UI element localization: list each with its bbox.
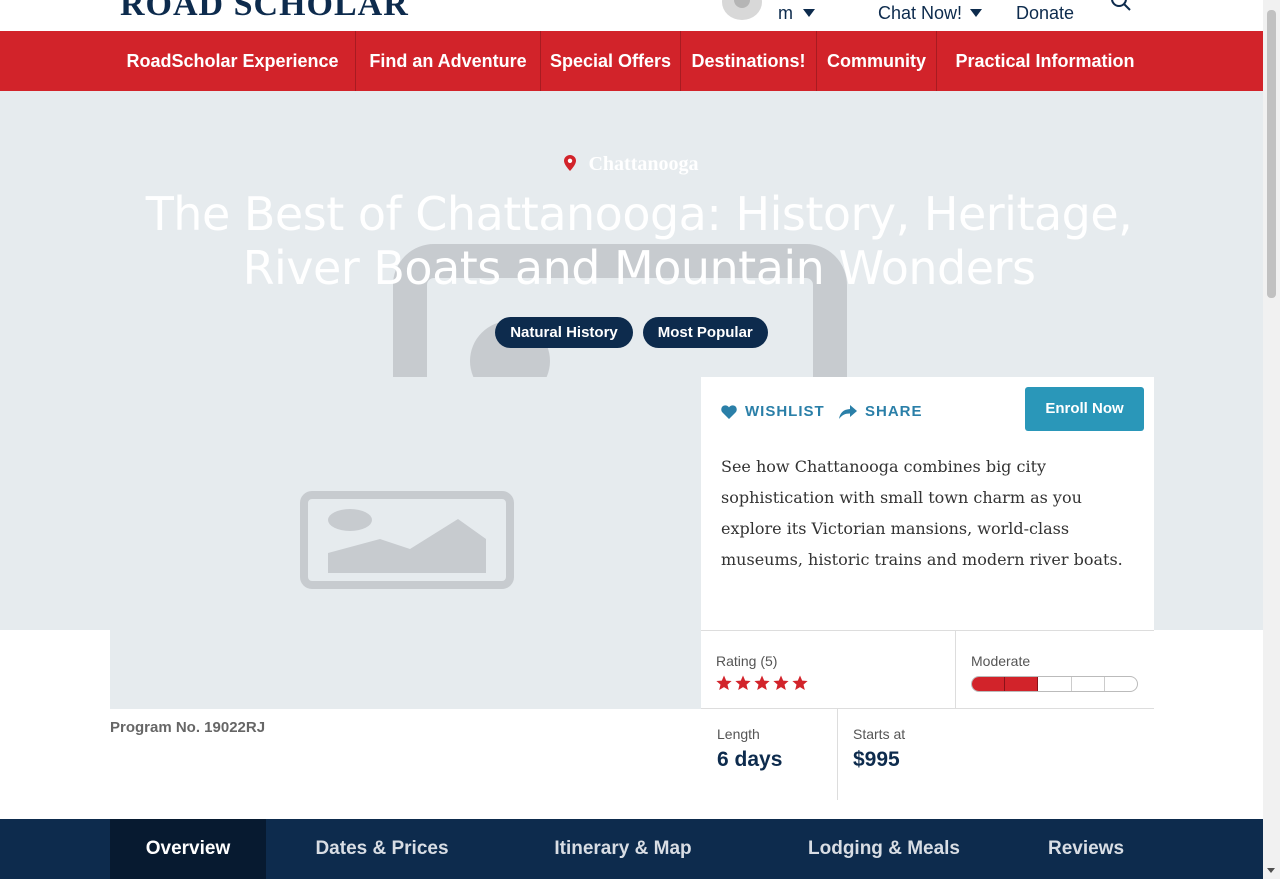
tab-overview[interactable]: Overview xyxy=(110,819,266,879)
user-avatar[interactable] xyxy=(722,0,762,20)
star-rating xyxy=(716,675,955,691)
wishlist-label: WISHLIST xyxy=(745,403,825,420)
price-value: $995 xyxy=(853,748,900,771)
length-cell: Length 6 days xyxy=(701,708,838,800)
rating-cell[interactable]: Rating (5) xyxy=(701,630,956,708)
location-pin-icon xyxy=(564,155,577,171)
program-description: See how Chattanooga combines big city so… xyxy=(721,457,1123,569)
nav-item-practical-information[interactable]: Practical Information xyxy=(937,31,1153,91)
activity-level-label: Moderate xyxy=(971,653,1031,669)
rating-label: Rating (5) xyxy=(716,653,778,669)
program-image[interactable] xyxy=(110,377,701,709)
tab-reviews[interactable]: Reviews xyxy=(1030,819,1142,879)
tab-itinerary-map[interactable]: Itinerary & Map xyxy=(528,819,718,879)
share-label: SHARE xyxy=(865,403,923,420)
nav-item-community[interactable]: Community xyxy=(817,31,937,91)
chat-now-label: Chat Now! xyxy=(878,2,963,23)
activity-meter-segment xyxy=(1105,677,1137,691)
site-logo[interactable]: ROAD SCHOLAR xyxy=(120,0,409,24)
program-number: Program No. 19022RJ xyxy=(110,719,266,736)
page-title: The Best of Chattanooga: History, Herita… xyxy=(145,187,1133,295)
chevron-down-icon xyxy=(803,9,815,17)
donate-link[interactable]: Donate xyxy=(1016,0,1074,26)
wishlist-button[interactable]: WISHLIST xyxy=(721,403,825,420)
activity-level-cell[interactable]: Moderate xyxy=(956,630,1154,708)
scroll-down-arrow-icon[interactable] xyxy=(1267,868,1275,873)
price-cell: Starts at $995 xyxy=(838,708,1154,800)
avatar-head-icon xyxy=(734,0,750,8)
star-icon xyxy=(716,675,732,690)
price-label: Starts at xyxy=(853,726,906,742)
star-icon xyxy=(735,675,751,690)
program-stats: Rating (5) Moderate Length 6 days Starts… xyxy=(701,630,1154,800)
user-initial: m xyxy=(778,2,793,23)
location-text: Chattanooga xyxy=(588,153,699,175)
star-icon xyxy=(792,675,808,690)
nav-item-destinations[interactable]: Destinations! xyxy=(681,31,817,91)
length-label: Length xyxy=(717,726,760,742)
nav-item-roadscholar-experience[interactable]: RoadScholar Experience xyxy=(110,31,356,91)
scrollbar-thumb[interactable] xyxy=(1267,10,1276,298)
location-label[interactable]: Chattanooga xyxy=(0,153,1263,176)
tag-natural-history[interactable]: Natural History xyxy=(495,317,633,348)
image-placeholder-icon xyxy=(300,491,514,589)
activity-meter-segment xyxy=(1038,677,1072,691)
tag-most-popular[interactable]: Most Popular xyxy=(642,317,768,348)
tab-lodging-meals[interactable]: Lodging & Meals xyxy=(784,819,984,879)
top-header: ROAD SCHOLAR m Chat Now! Donate xyxy=(0,0,1263,31)
activity-meter-segment xyxy=(972,677,1006,691)
chevron-down-icon xyxy=(970,9,983,17)
page-scrollbar[interactable] xyxy=(1263,0,1280,879)
star-icon xyxy=(754,675,770,690)
main-nav: RoadScholar Experience Find an Adventure… xyxy=(0,31,1263,91)
heart-icon xyxy=(721,404,737,419)
nav-item-find-an-adventure[interactable]: Find an Adventure xyxy=(356,31,541,91)
share-button[interactable]: SHARE xyxy=(839,403,923,420)
program-summary-panel: WISHLIST SHARE Enroll Now See how Chatta… xyxy=(701,377,1154,630)
nav-item-special-offers[interactable]: Special Offers xyxy=(541,31,681,91)
tag-list: Natural History Most Popular xyxy=(0,317,1263,348)
user-menu[interactable]: m xyxy=(778,0,815,26)
share-arrow-icon xyxy=(839,404,857,419)
chat-now-button[interactable]: Chat Now! xyxy=(878,0,983,26)
activity-meter-segment xyxy=(1005,677,1039,691)
tab-dates-prices[interactable]: Dates & Prices xyxy=(286,819,478,879)
star-icon xyxy=(773,675,789,690)
length-value: 6 days xyxy=(717,748,783,771)
activity-meter-segment xyxy=(1072,677,1105,691)
enroll-now-button[interactable]: Enroll Now xyxy=(1025,387,1144,431)
program-tabs: Overview Dates & Prices Itinerary & Map … xyxy=(0,819,1263,879)
activity-level-meter xyxy=(971,676,1138,692)
search-icon[interactable] xyxy=(1110,0,1132,12)
